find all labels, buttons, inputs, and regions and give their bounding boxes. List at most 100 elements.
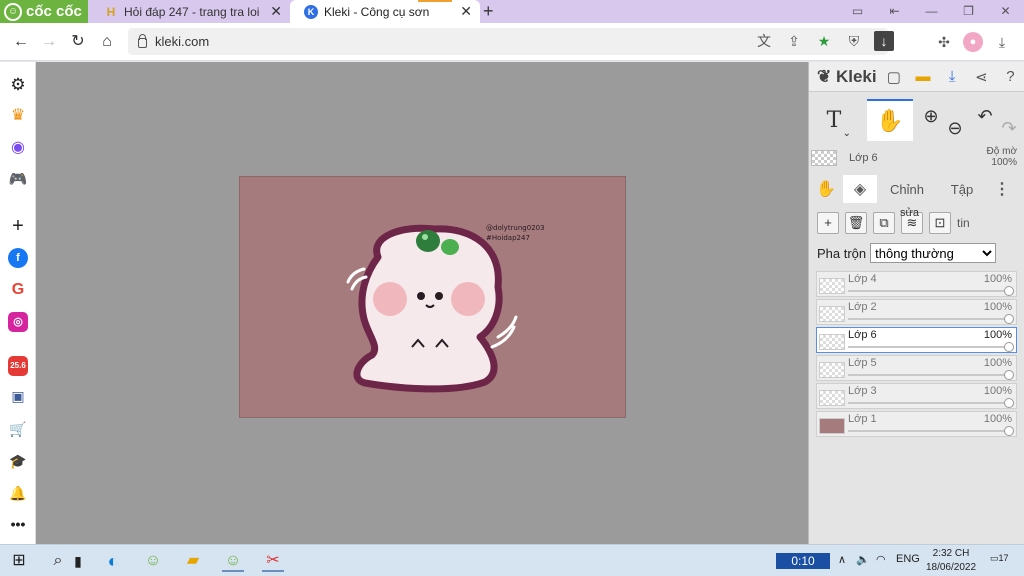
redo-icon[interactable]: ↷ [997, 107, 1021, 149]
close-tab-icon[interactable]: ✕ [460, 3, 472, 20]
layer-opacity-slider[interactable] [848, 318, 1008, 320]
more-vertical-icon[interactable]: ⋮ [987, 175, 1017, 203]
back-icon[interactable]: ← [10, 31, 32, 53]
delete-layer-button[interactable]: 🗑 [845, 212, 867, 234]
shopping-promo-icon[interactable]: 25.6 [8, 356, 28, 376]
extensions-icon[interactable]: ✣ [934, 32, 954, 52]
snipping-tool-icon[interactable]: ✂ [262, 550, 284, 572]
layer-item[interactable]: Lớp 5 100% [816, 355, 1017, 381]
translate-icon[interactable]: 文 [754, 31, 774, 51]
save-download-icon[interactable]: ⤓ [938, 68, 967, 85]
undo-icon[interactable]: ↶ [973, 95, 997, 137]
shield-icon[interactable]: ⛨ [844, 31, 864, 51]
tray-chevron-icon[interactable]: ∧ [838, 553, 846, 566]
drawing-canvas[interactable]: @dolytrung0203 #Hoidap247 [239, 176, 626, 418]
settings-gear-icon[interactable]: ⚙ [8, 75, 28, 95]
open-folder-icon[interactable]: ▬ [908, 68, 937, 85]
reload-icon[interactable]: ↻ [67, 31, 89, 53]
messenger-icon[interactable]: ◉ [8, 138, 28, 158]
system-clock[interactable]: 2:32 CH 18/06/2022 [922, 547, 980, 575]
layer-item[interactable]: Lớp 1 100% [816, 411, 1017, 437]
share-icon[interactable]: ⋖ [967, 68, 996, 86]
network-icon[interactable]: ◠ [876, 553, 886, 566]
layer-opacity-slider[interactable] [848, 374, 1008, 376]
coccoc-menu-button[interactable]: ☺ cốc cốc [0, 0, 88, 23]
text-tool-button[interactable]: T ⌄ [811, 99, 857, 141]
tab-layers-icon[interactable]: ◈ [843, 175, 877, 203]
crown-icon[interactable]: ♛ [8, 106, 28, 126]
layer-item[interactable]: Lớp 4 100% [816, 271, 1017, 297]
blend-mode-select[interactable]: thông thường [870, 243, 997, 263]
tab-hand-icon[interactable]: ✋ [809, 175, 843, 203]
restore-icon[interactable]: ❐ [950, 0, 987, 23]
layer-item[interactable]: Lớp 3 100% [816, 383, 1017, 409]
browser-tab-strip: ☺ cốc cốc H Hỏi đáp 247 - trang tra loi … [0, 0, 1024, 23]
close-tab-icon[interactable]: ✕ [270, 3, 282, 20]
add-shortcut-icon[interactable]: + [8, 216, 28, 236]
layer-name: Lớp 2 [848, 301, 877, 313]
add-layer-button[interactable]: + [817, 212, 839, 234]
slider-knob[interactable] [1004, 342, 1014, 352]
layer-opacity-slider[interactable] [848, 430, 1008, 432]
slider-knob[interactable] [1004, 286, 1014, 296]
download-page-icon[interactable]: ↓ [874, 31, 894, 51]
action-center[interactable]: ▭17 [990, 553, 1009, 564]
downloads-icon[interactable]: ⤓ [992, 32, 1012, 52]
file-explorer-icon[interactable]: ▰ [182, 550, 204, 572]
game-controller-icon[interactable]: 🎮 [8, 170, 28, 190]
shopping-cart-icon[interactable]: 🛒 [8, 419, 28, 439]
recording-timer[interactable]: 0:10 [776, 553, 830, 569]
zoom-out-icon[interactable]: ⊖ [943, 107, 967, 149]
google-icon[interactable]: G [8, 280, 28, 300]
lock-icon[interactable] [138, 33, 147, 48]
layer-opacity-slider[interactable] [848, 290, 1008, 292]
profile-avatar-icon[interactable]: ● [963, 32, 983, 52]
instagram-icon[interactable]: ◎ [8, 312, 28, 332]
task-view-icon[interactable]: ▮ [74, 550, 82, 572]
forward-icon[interactable]: → [38, 31, 60, 53]
language-indicator[interactable]: ENG [896, 553, 920, 565]
layer-opacity: 100% [983, 385, 1012, 397]
edge-browser-icon[interactable]: ◐ [102, 550, 124, 572]
coccoc-active-icon[interactable]: ☺ [222, 550, 244, 572]
drawing-workspace[interactable]: @dolytrung0203 #Hoidap247 [36, 62, 808, 544]
layer-opacity-slider[interactable] [848, 346, 1008, 348]
help-icon[interactable]: ? [996, 68, 1024, 85]
hand-tool-button[interactable]: ✋ [867, 99, 913, 141]
bookmark-star-icon[interactable]: ★ [814, 31, 834, 51]
minimize-icon[interactable]: — [913, 0, 950, 23]
more-options-icon[interactable]: ••• [8, 514, 28, 534]
slider-knob[interactable] [1004, 370, 1014, 380]
rename-layer-button[interactable]: ⊡ [929, 212, 951, 234]
layer-item[interactable]: Lớp 2 100% [816, 299, 1017, 325]
graduation-icon[interactable]: 🎓 [8, 451, 28, 471]
slider-knob[interactable] [1004, 398, 1014, 408]
coccoc-taskbar-icon[interactable]: ☺ [142, 550, 164, 572]
zoom-in-icon[interactable]: ⊕ [919, 95, 943, 137]
search-icon[interactable]: ⌕ [47, 550, 69, 572]
tab-hoidap247[interactable]: H Hỏi đáp 247 - trang tra loi ✕ [90, 0, 290, 23]
notification-bell-icon[interactable]: 🔔 [8, 483, 28, 503]
layer-opacity: 100% [983, 413, 1012, 425]
duplicate-layer-button[interactable]: ⧉ [873, 212, 895, 234]
merge-layer-button[interactable]: ≋ sửa [900, 207, 923, 234]
home-icon[interactable]: ⌂ [96, 31, 118, 53]
back-history-icon[interactable]: ⇤ [876, 0, 913, 23]
game-app-icon[interactable]: ▣ [8, 386, 28, 406]
windows-start-icon[interactable]: ⊞ [8, 550, 30, 572]
reader-icon[interactable]: ▭ [839, 0, 876, 23]
tab-edit[interactable]: Chỉnh [877, 175, 937, 203]
new-image-icon[interactable]: ▢ [879, 68, 908, 86]
tab-file[interactable]: Tập [937, 175, 987, 203]
slider-knob[interactable] [1004, 426, 1014, 436]
close-window-icon[interactable]: ✕ [987, 0, 1024, 23]
layer-opacity-slider[interactable] [848, 402, 1008, 404]
tab-title: Hỏi đáp 247 - trang tra loi [124, 4, 260, 19]
new-tab-button[interactable]: + [483, 1, 494, 22]
slider-knob[interactable] [1004, 314, 1014, 324]
facebook-icon[interactable]: f [8, 248, 28, 268]
share-icon[interactable]: ⇪ [784, 31, 804, 51]
volume-icon[interactable]: 🔈 [856, 553, 870, 566]
tab-kleki[interactable]: K Kleki - Công cụ sơn ✕ [290, 0, 480, 23]
layer-item-selected[interactable]: Lớp 6 100% [816, 327, 1017, 353]
